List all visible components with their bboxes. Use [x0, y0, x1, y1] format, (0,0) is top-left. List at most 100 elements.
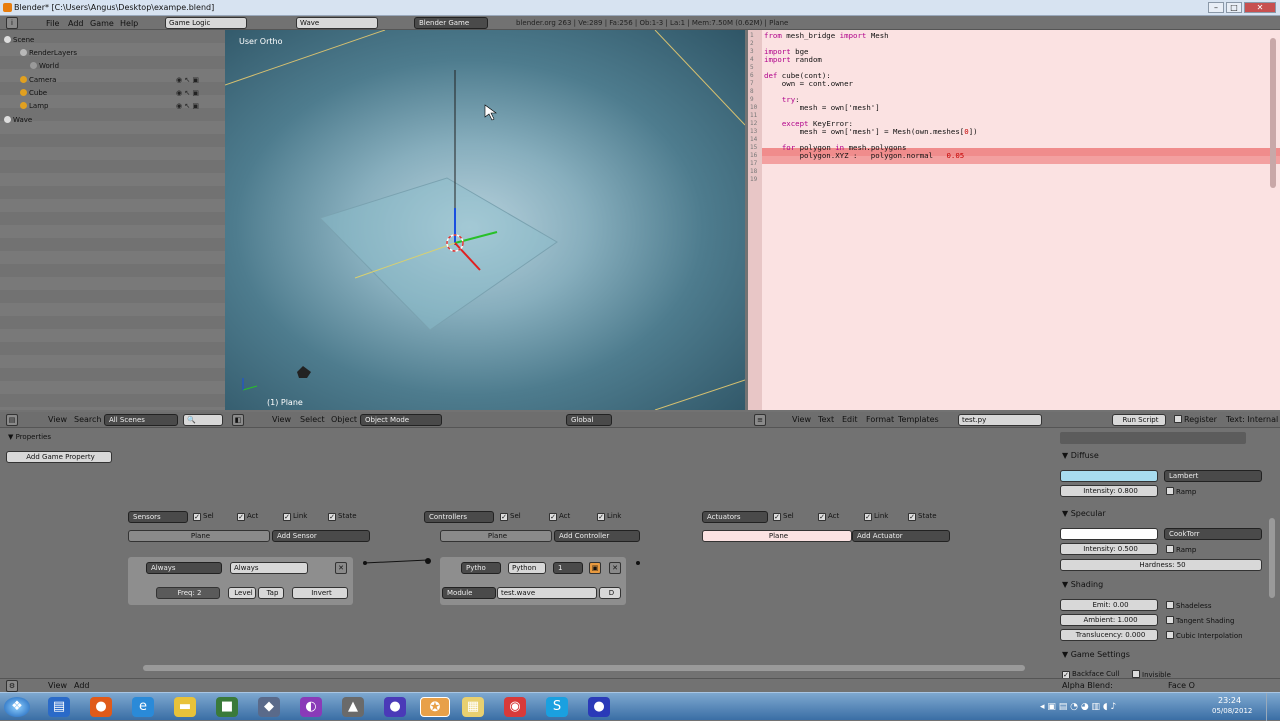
- visibility-icons-lamp[interactable]: ◉ ↖ ▣: [176, 102, 199, 110]
- taskbar-chrome-icon[interactable]: ◉: [504, 697, 526, 717]
- outliner-menu-view[interactable]: View: [48, 415, 67, 424]
- sensors-act-check[interactable]: ✓ Act: [237, 512, 258, 521]
- outliner-item-lamp[interactable]: Lamp: [20, 102, 48, 110]
- controller-state-icon[interactable]: ▣: [589, 562, 601, 574]
- properties-header[interactable]: ▼ Properties: [8, 433, 51, 441]
- 3d-viewport[interactable]: User Ortho (1) Plane: [225, 30, 745, 410]
- properties-scrollbar[interactable]: [1269, 518, 1275, 598]
- logic-editor-type-icon[interactable]: ⚙: [6, 680, 18, 692]
- visibility-icons-camera[interactable]: ◉ ↖ ▣: [176, 76, 199, 84]
- add-controller-select[interactable]: Add Controller: [554, 530, 640, 542]
- actuators-state-check[interactable]: ✓ State: [908, 512, 937, 521]
- code-area[interactable]: from mesh_bridge import Mesh import bge i…: [764, 32, 978, 160]
- taskbar-app2-icon[interactable]: ◐: [300, 697, 322, 717]
- specular-section-header[interactable]: ▼ Specular: [1062, 509, 1106, 518]
- hardness-field[interactable]: Hardness: 50: [1060, 559, 1262, 571]
- scene-field[interactable]: Wave: [296, 17, 378, 29]
- close-button[interactable]: ✕: [1244, 2, 1276, 13]
- taskbar-ie-icon[interactable]: e: [132, 697, 154, 717]
- sensor-type-select[interactable]: Always: [146, 562, 222, 574]
- viewport-menu-select[interactable]: Select: [300, 415, 325, 424]
- text-editor-type-icon[interactable]: ≡: [754, 414, 766, 426]
- actuators-act-check[interactable]: ✓ Act: [818, 512, 839, 521]
- text-menu-format[interactable]: Format: [866, 415, 894, 424]
- minimize-button[interactable]: –: [1208, 2, 1224, 13]
- maximize-button[interactable]: □: [1226, 2, 1242, 13]
- taskbar-app5-icon[interactable]: ●: [588, 697, 610, 717]
- specular-color-swatch[interactable]: [1060, 528, 1158, 540]
- taskbar-notes-icon[interactable]: ▦: [462, 697, 484, 717]
- taskbar-firefox-icon[interactable]: ●: [90, 697, 112, 717]
- text-menu-text[interactable]: Text: [818, 415, 834, 424]
- controller-debug-button[interactable]: D: [599, 587, 621, 599]
- engine-select[interactable]: Blender Game: [414, 17, 488, 29]
- text-menu-view[interactable]: View: [792, 415, 811, 424]
- taskbar-folder-icon[interactable]: ▬: [174, 697, 196, 717]
- add-actuator-select[interactable]: Add Actuator: [852, 530, 950, 542]
- translucency-field[interactable]: Translucency: 0.000: [1060, 629, 1158, 641]
- viewport-menu-view[interactable]: View: [272, 415, 291, 424]
- actuators-link-check[interactable]: ✓ Link: [864, 512, 888, 521]
- screen-layout-field[interactable]: Game Logic: [165, 17, 247, 29]
- controllers-link-check[interactable]: ✓ Link: [597, 512, 621, 521]
- tray-icons[interactable]: ◂ ▣ ▤ ◔ ◕ ▥ ◖ ♪: [1040, 702, 1116, 712]
- specular-intensity-slider[interactable]: Intensity: 0.500: [1060, 543, 1158, 555]
- specular-shader-select[interactable]: CookTorr: [1164, 528, 1262, 540]
- diffuse-ramp-check[interactable]: Ramp: [1166, 487, 1196, 496]
- logic-menu-view[interactable]: View: [48, 681, 67, 690]
- menu-add[interactable]: Add: [68, 19, 84, 28]
- controller-remove-icon[interactable]: ✕: [609, 562, 621, 574]
- orientation-select[interactable]: Global: [566, 414, 612, 426]
- cubic-interpolation-check[interactable]: Cubic Interpolation: [1166, 631, 1243, 640]
- viewport-menu-object[interactable]: Object: [331, 415, 357, 424]
- code-line[interactable]: polygon.XYZ : polygon.normal 0.05: [764, 152, 978, 160]
- code-line[interactable]: from mesh_bridge import Mesh: [764, 32, 978, 40]
- code-line[interactable]: own = cont.owner: [764, 80, 978, 88]
- controller-priority-field[interactable]: 1: [553, 562, 583, 574]
- code-line[interactable]: import random: [764, 56, 978, 64]
- sensor-remove-icon[interactable]: ✕: [335, 562, 347, 574]
- outliner-search-input[interactable]: 🔍: [183, 414, 223, 426]
- shadeless-check[interactable]: Shadeless: [1166, 601, 1211, 610]
- outliner-filter-select[interactable]: All Scenes: [104, 414, 178, 426]
- diffuse-color-swatch[interactable]: [1060, 470, 1158, 482]
- sensors-state-check[interactable]: ✓ State: [328, 512, 357, 521]
- text-menu-templates[interactable]: Templates: [898, 415, 939, 424]
- logic-menu-add[interactable]: Add: [74, 681, 90, 690]
- actuators-select[interactable]: Actuators: [702, 511, 768, 523]
- menu-file[interactable]: File: [46, 19, 59, 28]
- taskbar-minecraft-icon[interactable]: ■: [216, 697, 238, 717]
- sensors-sel-check[interactable]: ✓ Sel: [193, 512, 214, 521]
- start-button[interactable]: ❖: [4, 697, 30, 717]
- specular-ramp-check[interactable]: Ramp: [1166, 545, 1196, 554]
- code-line[interactable]: mesh = own['mesh'] = Mesh(own.meshes[0]): [764, 128, 978, 136]
- logic-horizontal-scrollbar[interactable]: [143, 665, 1025, 671]
- editor-type-icon[interactable]: i: [6, 17, 18, 29]
- outliner-menu-search[interactable]: Search: [74, 415, 101, 424]
- diffuse-shader-select[interactable]: Lambert: [1164, 470, 1262, 482]
- controller-mode-select[interactable]: Module: [442, 587, 496, 599]
- add-sensor-select[interactable]: Add Sensor: [272, 530, 370, 542]
- sensors-link-check[interactable]: ✓ Link: [283, 512, 307, 521]
- outliner-item-world[interactable]: World: [30, 62, 59, 70]
- sensors-select[interactable]: Sensors: [128, 511, 188, 523]
- sensor-level-button[interactable]: Level: [228, 587, 256, 599]
- menu-help[interactable]: Help: [120, 19, 138, 28]
- shading-section-header[interactable]: ▼ Shading: [1062, 580, 1103, 589]
- outliner-type-icon[interactable]: ▤: [6, 414, 18, 426]
- mode-select[interactable]: Object Mode: [360, 414, 442, 426]
- diffuse-intensity-slider[interactable]: Intensity: 0.800: [1060, 485, 1158, 497]
- controllers-sel-check[interactable]: ✓ Sel: [500, 512, 521, 521]
- taskbar-blender-icon[interactable]: ✪: [420, 697, 450, 717]
- diffuse-section-header[interactable]: ▼ Diffuse: [1062, 451, 1099, 460]
- tangent-shading-check[interactable]: Tangent Shading: [1166, 616, 1234, 625]
- editor-scrollbar[interactable]: [1270, 38, 1276, 188]
- outliner-item-renderlayers[interactable]: RenderLayers: [20, 49, 77, 57]
- outliner-item-cube[interactable]: Cube: [20, 89, 47, 97]
- outliner-item-wave[interactable]: Wave: [4, 116, 32, 124]
- viewport-type-icon[interactable]: ◧: [232, 414, 244, 426]
- taskbar-app4-icon[interactable]: ●: [384, 697, 406, 717]
- controllers-select[interactable]: Controllers: [424, 511, 494, 523]
- visibility-icons-cube[interactable]: ◉ ↖ ▣: [176, 89, 199, 97]
- controllers-act-check[interactable]: ✓ Act: [549, 512, 570, 521]
